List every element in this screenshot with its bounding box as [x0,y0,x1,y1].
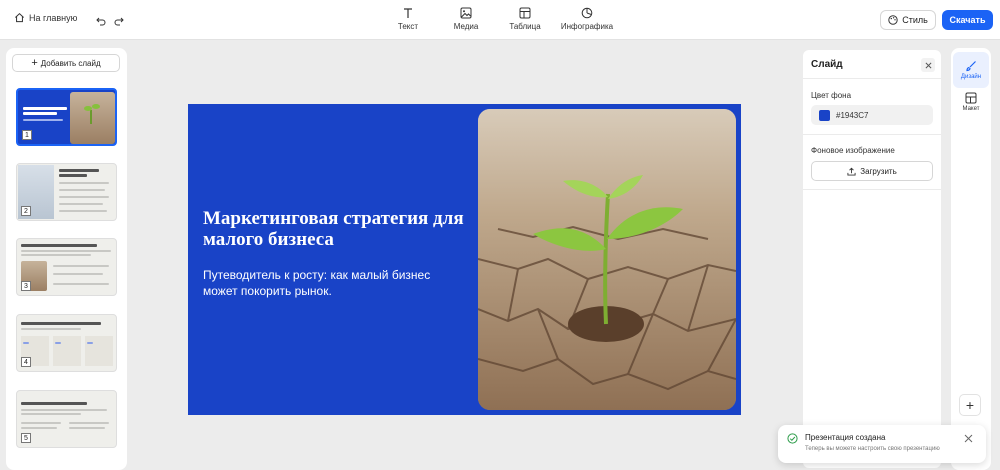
slide-title[interactable]: Маркетинговая стратегия для малого бизне… [203,208,473,250]
redo-icon [114,17,124,26]
slide-settings-panel: Слайд Цвет фона #1943C7 Фоновое изображе… [803,50,941,468]
top-toolbar: На главную Текст Медиа Таблица Инфографи… [0,0,1000,40]
sprout-illustration [478,109,736,410]
bg-image-label: Фоновое изображение [811,146,895,155]
color-swatch [819,109,830,121]
slides-sidebar: + Добавить слайд 1 2 3 4 5 [6,48,127,470]
bg-color-field[interactable]: #1943C7 [811,105,933,125]
check-circle-icon [787,433,798,444]
plus-icon: + [31,57,38,69]
tool-media-label: Медиа [453,22,479,31]
panel-divider [803,78,941,79]
plus-icon: + [965,397,975,413]
image-icon [460,7,472,19]
home-link[interactable]: На главную [14,12,77,23]
slide-number: 2 [21,206,31,216]
undo-icon [96,17,106,26]
bg-color-value: #1943C7 [836,110,869,120]
close-icon [925,62,931,68]
slide-subtitle[interactable]: Путеводитель к росту: как малый бизнес м… [203,267,458,299]
style-button[interactable]: Стиль [880,10,936,30]
slide-number: 3 [21,281,31,291]
tool-table[interactable]: Таблица [495,7,555,31]
download-button[interactable]: Скачать [942,10,993,30]
add-slide-label: Добавить слайд [40,58,101,68]
slide-number: 1 [22,130,32,140]
slide-number: 5 [21,433,31,443]
tool-media[interactable]: Медиа [436,7,496,31]
redo-button[interactable] [114,13,124,31]
tab-layout[interactable]: Макет [953,84,989,120]
home-label: На главную [29,12,78,23]
slide-thumbnail-3[interactable]: 3 [16,238,117,296]
slide-number: 4 [21,357,31,367]
upload-button[interactable]: Загрузить [811,161,933,181]
style-label: Стиль [902,15,928,25]
panel-close-button[interactable] [921,58,935,72]
toast-text: Теперь вы можете настроить свою презента… [805,446,940,452]
upload-icon [847,167,856,176]
tool-infographic[interactable]: Инфографика [557,7,617,31]
toast-notification: Презентация создана Теперь вы можете нас… [778,425,986,463]
tool-table-label: Таблица [509,22,541,31]
add-slide-button[interactable]: + Добавить слайд [12,54,120,72]
tab-design-label: Дизайн [960,74,982,80]
panel-title: Слайд [811,59,843,70]
brush-icon [966,61,976,72]
tab-design[interactable]: Дизайн [953,52,989,88]
tool-text[interactable]: Текст [378,7,438,31]
slide-thumbnail-2[interactable]: 2 [16,163,117,221]
slide-thumbnail-4[interactable]: 4 [16,314,117,372]
slide-canvas[interactable]: Маркетинговая стратегия для малого бизне… [188,104,741,415]
chart-icon [581,7,593,19]
toast-title: Презентация создана [805,433,886,442]
slide-image[interactable] [478,109,736,410]
tab-layout-label: Макет [962,106,980,112]
layout-icon [965,92,977,104]
panel-divider [803,134,941,135]
tool-infographic-label: Инфографика [560,22,614,31]
palette-icon [888,15,898,25]
slide-thumbnail-5[interactable]: 5 [16,390,117,448]
close-icon[interactable] [964,434,973,443]
undo-button[interactable] [96,13,106,31]
home-icon [15,12,24,23]
upload-label: Загрузить [860,166,897,176]
zoom-in-button[interactable]: + [959,394,981,416]
panel-divider [803,189,941,190]
text-icon [404,8,412,18]
slide-thumbnail-1[interactable]: 1 [16,88,117,146]
tool-text-label: Текст [397,22,419,31]
table-icon [519,7,531,19]
thumbnail-image [70,92,115,144]
bg-color-label: Цвет фона [811,91,852,100]
